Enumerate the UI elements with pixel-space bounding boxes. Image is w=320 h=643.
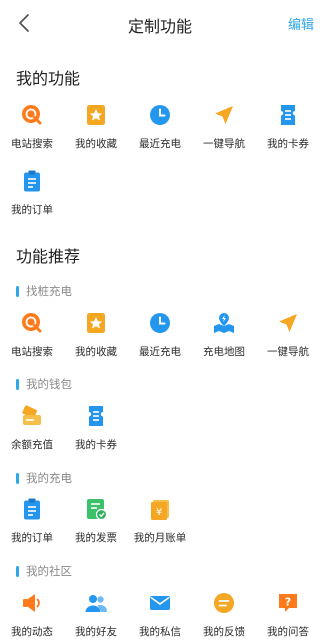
- function-item-favorites[interactable]: 我的收藏: [64, 303, 128, 369]
- find-pile-grid: 电站搜索 我的收藏 最近充电 充电地图 一键导航: [0, 303, 320, 369]
- group-title-text: 我的钱包: [26, 379, 72, 391]
- function-item-charging-map[interactable]: 充电地图: [192, 303, 256, 369]
- function-label: 我的发票: [75, 532, 117, 544]
- function-item-station-search[interactable]: 电站搜索: [0, 95, 64, 161]
- function-item-recent-charge[interactable]: 最近充电: [128, 303, 192, 369]
- wallet-icon: [22, 405, 41, 425]
- function-row: 我的订单: [0, 161, 320, 227]
- map-icon: [214, 313, 234, 333]
- search-icon: [22, 105, 42, 125]
- search-icon: [22, 313, 42, 333]
- function-row: 余额充值 我的卡券: [0, 396, 320, 462]
- community-grid: 我的动态 我的好友 我的私信 我的反馈? 我的问答: [0, 583, 320, 643]
- function-item-my-questions[interactable]: ? 我的问答: [256, 583, 320, 643]
- function-label: 我的动态: [11, 626, 53, 638]
- clock-icon: [150, 105, 170, 125]
- function-item-my-invoices[interactable]: 我的发票: [64, 489, 128, 555]
- function-item-my-messages[interactable]: 我的私信: [128, 583, 192, 643]
- function-item-recent-charge[interactable]: 最近充电: [128, 95, 192, 161]
- function-label: 充电地图: [203, 346, 245, 358]
- function-item-balance-topup[interactable]: 余额充值: [0, 396, 64, 462]
- speaker-icon: [23, 594, 40, 612]
- svg-text:¥: ¥: [156, 507, 162, 518]
- function-label: 电站搜索: [11, 346, 53, 358]
- group-title-text: 我的社区: [26, 566, 72, 578]
- group-title-wallet: 我的钱包: [16, 377, 72, 391]
- function-label: 我的收藏: [75, 138, 117, 150]
- function-item-favorites[interactable]: 我的收藏: [64, 95, 128, 161]
- clock-icon: [150, 313, 170, 333]
- function-item-my-friends[interactable]: 我的好友: [64, 583, 128, 643]
- navigate-icon: [279, 314, 297, 332]
- navigation-bar: 定制功能 编辑: [0, 0, 320, 46]
- function-label: 我的反馈: [203, 626, 245, 638]
- function-item-my-feedback[interactable]: 我的反馈: [192, 583, 256, 643]
- group-title-text: 找桩充电: [26, 286, 72, 298]
- ticket-icon: [281, 105, 295, 125]
- invoice-icon: [87, 499, 108, 521]
- function-label: 我的订单: [11, 532, 53, 544]
- function-label: 一键导航: [203, 138, 245, 150]
- function-item-one-tap-nav[interactable]: 一键导航: [256, 303, 320, 369]
- navigate-icon: [215, 106, 233, 124]
- function-item-one-tap-nav[interactable]: 一键导航: [192, 95, 256, 161]
- wallet-grid: 余额充值 我的卡券: [0, 396, 320, 462]
- group-title-find-pile: 找桩充电: [16, 284, 72, 298]
- function-label: 我的好友: [75, 626, 117, 638]
- my-functions-title: 我的功能: [16, 71, 81, 88]
- svg-text:?: ?: [285, 596, 291, 609]
- function-label: 我的私信: [139, 626, 181, 638]
- accent-bar: [16, 565, 19, 577]
- star-icon: [87, 313, 105, 333]
- charging-grid: 我的订单 我的发票 ¥ 我的月账单: [0, 489, 320, 555]
- function-row: 电站搜索 我的收藏 最近充电 一键导航 我的卡券: [0, 95, 320, 161]
- edit-button[interactable]: 编辑: [288, 14, 314, 33]
- accent-bar: [16, 472, 19, 484]
- function-item-my-orders[interactable]: 我的订单: [0, 489, 64, 555]
- function-label: 我的收藏: [75, 346, 117, 358]
- bill-icon: ¥: [151, 500, 169, 520]
- function-label: 余额充值: [11, 439, 53, 451]
- group-title-community: 我的社区: [16, 564, 72, 578]
- function-label: 我的卡券: [267, 138, 309, 150]
- accent-bar: [16, 378, 19, 390]
- function-label: 我的月账单: [133, 532, 187, 544]
- accent-bar: [16, 285, 19, 297]
- feedback-icon: [214, 593, 234, 613]
- function-label: 最近充电: [139, 346, 181, 358]
- clipboard-icon: [24, 170, 40, 192]
- function-item-my-coupons[interactable]: 我的卡券: [64, 396, 128, 462]
- function-item-monthly-bill[interactable]: ¥ 我的月账单: [128, 489, 192, 555]
- group-title-charging: 我的充电: [16, 471, 72, 485]
- clipboard-icon: [24, 498, 40, 520]
- mail-icon: [150, 596, 170, 610]
- function-row: 电站搜索 我的收藏 最近充电 充电地图 一键导航: [0, 303, 320, 369]
- group-title-text: 我的充电: [26, 473, 72, 485]
- star-icon: [87, 105, 105, 125]
- function-label: 我的问答: [267, 626, 309, 638]
- my-functions-grid: 电站搜索 我的收藏 最近充电 一键导航 我的卡券我的订单: [0, 95, 320, 227]
- function-label: 我的卡券: [75, 439, 117, 451]
- function-row: 我的动态 我的好友 我的私信 我的反馈? 我的问答: [0, 583, 320, 643]
- function-row: 我的订单 我的发票 ¥ 我的月账单: [0, 489, 320, 555]
- function-label: 电站搜索: [11, 138, 53, 150]
- function-label: 最近充电: [139, 138, 181, 150]
- question-icon: ?: [279, 594, 297, 612]
- function-label: 我的订单: [11, 204, 53, 216]
- function-label: 一键导航: [267, 346, 309, 358]
- function-item-my-orders[interactable]: 我的订单: [0, 161, 64, 227]
- page-title: 定制功能: [127, 19, 192, 36]
- friends-icon: [85, 595, 107, 612]
- function-item-station-search[interactable]: 电站搜索: [0, 303, 64, 369]
- ticket-icon: [89, 406, 103, 426]
- function-item-my-posts[interactable]: 我的动态: [0, 583, 64, 643]
- recommend-title: 功能推荐: [16, 249, 81, 266]
- function-item-my-coupons[interactable]: 我的卡券: [256, 95, 320, 161]
